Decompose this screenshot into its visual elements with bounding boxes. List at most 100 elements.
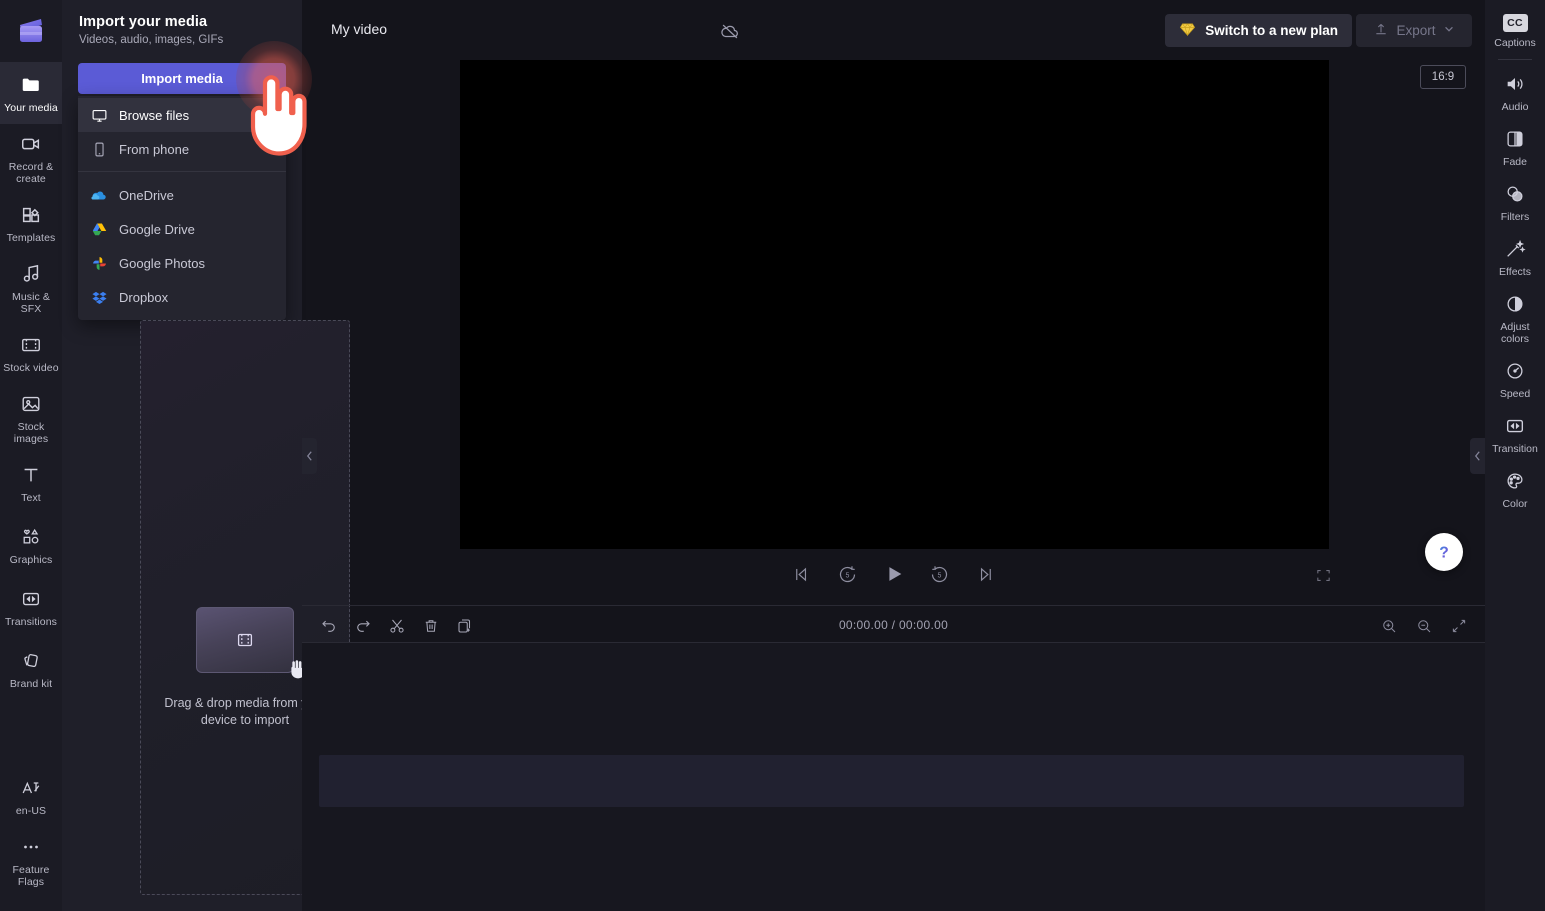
right-item-fade[interactable]: Fade [1485, 119, 1545, 174]
sidebar-item-label: Stock images [2, 421, 60, 445]
video-preview-canvas[interactable] [460, 60, 1329, 549]
chevron-left-icon [1473, 450, 1482, 462]
phone-icon [90, 140, 108, 158]
menu-item-from-phone[interactable]: From phone [78, 132, 286, 166]
graphics-shapes-icon [19, 525, 43, 549]
clapperboard-logo [14, 14, 48, 48]
split-button[interactable] [384, 613, 409, 638]
menu-item-browse-files[interactable]: Browse files [78, 98, 286, 132]
upload-icon [1373, 21, 1389, 40]
sidebar-item-label: Transitions [5, 616, 57, 628]
help-button[interactable]: ? [1425, 533, 1463, 571]
right-item-label: Transition [1492, 443, 1538, 455]
panel-title: Import your media [62, 0, 302, 30]
app-logo[interactable] [0, 0, 62, 62]
right-item-color[interactable]: Color [1485, 461, 1545, 516]
sidebar-item-record-create[interactable]: Record & create [0, 124, 62, 192]
right-item-adjust-colors[interactable]: Adjust colors [1485, 284, 1545, 351]
sidebar-item-stock-images[interactable]: Stock images [0, 384, 62, 452]
sidebar-item-transitions[interactable]: Transitions [0, 576, 62, 638]
menu-item-dropbox[interactable]: Dropbox [78, 280, 286, 314]
right-item-transition[interactable]: Transition [1485, 406, 1545, 461]
palette-icon [1503, 469, 1527, 493]
right-item-speed[interactable]: Speed [1485, 351, 1545, 406]
video-title-input[interactable]: My video [331, 21, 387, 37]
sidebar-item-your-media[interactable]: Your media [0, 62, 62, 124]
svg-text:5: 5 [938, 572, 942, 579]
right-item-label: Speed [1500, 388, 1530, 400]
switch-plan-button[interactable]: Switch to a new plan [1165, 14, 1352, 47]
right-item-label: Adjust colors [1487, 321, 1543, 345]
import-media-label: Import media [141, 71, 223, 86]
transition-icon [1503, 414, 1527, 438]
import-dropdown-menu: Browse files From phone OneDrive Googl [78, 96, 286, 320]
aspect-ratio-badge[interactable]: 16:9 [1420, 65, 1466, 89]
sidebar-item-graphics[interactable]: Graphics [0, 514, 62, 576]
fullscreen-button[interactable] [1312, 564, 1334, 586]
import-media-button[interactable]: Import media [78, 63, 286, 94]
fit-to-screen-button[interactable] [1446, 613, 1471, 638]
menu-item-google-drive[interactable]: Google Drive [78, 212, 286, 246]
menu-item-label: From phone [119, 142, 189, 157]
right-item-audio[interactable]: Audio [1485, 64, 1545, 119]
undo-button[interactable] [316, 613, 341, 638]
left-sidebar: Your media Record & create Templates Mus… [0, 0, 62, 911]
menu-item-label: Browse files [119, 108, 189, 123]
sidebar-item-templates[interactable]: Templates [0, 192, 62, 254]
language-icon [19, 776, 43, 800]
sidebar-item-language[interactable]: en-US [0, 765, 62, 827]
menu-item-label: OneDrive [119, 188, 174, 203]
export-label: Export [1396, 23, 1435, 38]
timeline-body[interactable] [302, 643, 1485, 911]
duplicate-button[interactable] [452, 613, 477, 638]
dropbox-icon [90, 288, 108, 306]
right-item-captions[interactable]: CC Captions [1485, 6, 1545, 55]
right-item-filters[interactable]: Filters [1485, 174, 1545, 229]
right-item-label: Filters [1501, 211, 1530, 223]
sidebar-item-label: Stock video [3, 362, 58, 374]
sidebar-item-label: Feature Flags [2, 864, 60, 888]
sidebar-item-label: Record & create [2, 161, 60, 185]
skip-to-start-button[interactable] [788, 560, 816, 588]
menu-item-label: Google Drive [119, 222, 195, 237]
panel-subtitle: Videos, audio, images, GIFs [62, 30, 302, 46]
right-item-effects[interactable]: Effects [1485, 229, 1545, 284]
diamond-icon [1179, 21, 1196, 41]
onedrive-icon [90, 186, 108, 204]
export-button[interactable]: Export [1356, 14, 1472, 47]
speedometer-icon [1503, 359, 1527, 383]
playback-controls: 5 5 [302, 555, 1485, 605]
zoom-in-button[interactable] [1376, 613, 1401, 638]
video-camera-icon [19, 132, 43, 156]
delete-button[interactable] [418, 613, 443, 638]
sidebar-item-feature-flags[interactable]: Feature Flags [0, 827, 62, 895]
media-panel: Import your media Videos, audio, images,… [62, 0, 302, 911]
sidebar-item-stock-video[interactable]: Stock video [0, 322, 62, 384]
speaker-icon [1503, 72, 1527, 96]
redo-button[interactable] [350, 613, 375, 638]
menu-divider [78, 171, 286, 172]
sidebar-item-label: en-US [16, 805, 46, 817]
sidebar-item-brand-kit[interactable]: Brand kit [0, 638, 62, 700]
skip-to-end-button[interactable] [972, 560, 1000, 588]
play-button[interactable] [880, 560, 908, 588]
monitor-icon [90, 106, 108, 124]
sidebar-item-text[interactable]: Text [0, 452, 62, 514]
sidebar-item-music-sfx[interactable]: Music & SFX [0, 254, 62, 322]
cc-icon: CC [1503, 14, 1528, 32]
zoom-out-button[interactable] [1411, 613, 1436, 638]
forward-5-seconds-button[interactable]: 5 [926, 560, 954, 588]
right-rail-divider [1498, 59, 1532, 60]
cloud-off-icon[interactable] [719, 20, 741, 47]
sidebar-item-label: Music & SFX [2, 291, 60, 315]
menu-item-google-photos[interactable]: Google Photos [78, 246, 286, 280]
collapse-right-panel-button[interactable] [1470, 438, 1485, 474]
svg-text:5: 5 [846, 572, 850, 579]
menu-item-label: Google Photos [119, 256, 205, 271]
contrast-icon [1503, 292, 1527, 316]
menu-item-onedrive[interactable]: OneDrive [78, 178, 286, 212]
timeline-toolbar: 00:00.00 / 00:00.00 [302, 605, 1485, 643]
rewind-5-seconds-button[interactable]: 5 [834, 560, 862, 588]
right-sidebar: CC Captions Audio Fade Filters [1485, 0, 1545, 911]
timeline-track-empty[interactable] [319, 755, 1464, 807]
